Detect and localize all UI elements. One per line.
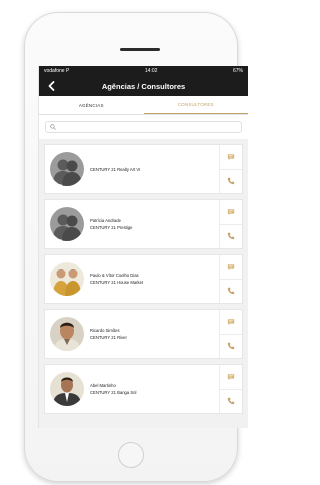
back-arrow-icon[interactable] [45, 79, 59, 93]
message-button[interactable] [220, 255, 242, 279]
agent-info: Abel Martinho CENTURY 21 Banga Sol [90, 382, 136, 396]
tab-consultores[interactable]: CONSULTORES [143, 96, 248, 114]
nav-bar: Agências / Consultores [39, 76, 248, 96]
call-button[interactable] [220, 223, 242, 249]
phone-speaker [120, 48, 160, 51]
agent-agency: CENTURY 21 Banga Sol [90, 390, 137, 395]
phone-icon [227, 233, 235, 240]
carrier-label: vodafone P [44, 68, 70, 74]
agent-actions [219, 145, 242, 193]
search-input[interactable] [56, 124, 241, 130]
agent-card[interactable]: Paulo & Vítor Coelho Dias CENTURY 21 Hou… [45, 255, 242, 303]
agent-list: CENTURY 21 Realty Art VI Patrícia Andrad… [39, 139, 248, 428]
agent-avatar [50, 317, 84, 351]
app-screen: vodafone P 14:02 67% Agências / Consulto… [38, 66, 248, 428]
agent-agency: CENTURY 21 River [90, 335, 127, 340]
agent-agency: CENTURY 21 Realty Art VI [90, 166, 141, 172]
agent-avatar [50, 207, 84, 241]
agent-name: Ricardo Simões [90, 328, 120, 333]
message-button[interactable] [220, 310, 242, 334]
chat-bubble-icon [227, 153, 235, 160]
agent-avatar [50, 152, 84, 186]
status-time: 14:02 [144, 68, 158, 74]
agent-agency: CENTURY 21 Prestige [90, 225, 133, 230]
message-button[interactable] [220, 365, 242, 389]
phone-icon [227, 178, 235, 185]
agent-name: Abel Martinho [90, 383, 116, 388]
agent-card-main[interactable]: CENTURY 21 Realty Art VI [45, 145, 219, 193]
phone-icon [227, 343, 235, 350]
status-bar: vodafone P 14:02 67% [39, 66, 248, 76]
agent-info: Paulo & Vítor Coelho Dias CENTURY 21 Hou… [90, 272, 143, 286]
chat-bubble-icon [227, 263, 235, 270]
agent-actions [219, 365, 242, 413]
search-box[interactable] [45, 121, 242, 133]
phone-icon [227, 288, 235, 295]
agent-card-main[interactable]: Paulo & Vítor Coelho Dias CENTURY 21 Hou… [45, 255, 219, 303]
call-button[interactable] [220, 278, 242, 304]
agent-card[interactable]: CENTURY 21 Realty Art VI [45, 145, 242, 193]
agent-actions [219, 200, 242, 248]
call-button[interactable] [220, 388, 242, 414]
message-button[interactable] [220, 200, 242, 224]
agent-actions [219, 310, 242, 358]
tab-agencias[interactable]: AGÊNCIAS [39, 96, 144, 114]
call-button[interactable] [220, 333, 242, 359]
message-button[interactable] [220, 145, 242, 169]
agent-name: Paulo & Vítor Coelho Dias [90, 273, 139, 278]
tab-bar: AGÊNCIAS CONSULTORES [39, 96, 248, 115]
search-area [39, 115, 248, 133]
agent-card-main[interactable]: Ricardo Simões CENTURY 21 River [45, 310, 219, 358]
agent-card[interactable]: Ricardo Simões CENTURY 21 River [45, 310, 242, 358]
battery-label: 67% [232, 68, 243, 74]
home-button [118, 442, 144, 468]
agent-card-main[interactable]: Abel Martinho CENTURY 21 Banga Sol [45, 365, 219, 413]
agent-info: Ricardo Simões CENTURY 21 River [90, 327, 127, 341]
call-button[interactable] [220, 168, 242, 194]
agent-name: Patrícia Andrade [90, 218, 121, 223]
agent-card-main[interactable]: Patrícia Andrade CENTURY 21 Prestige [45, 200, 219, 248]
scene: vodafone P 14:02 67% Agências / Consulto… [0, 0, 250, 485]
chat-bubble-icon [227, 208, 235, 215]
agent-avatar [50, 262, 84, 296]
agent-avatar [50, 372, 84, 406]
chat-bubble-icon [227, 373, 235, 380]
agent-card[interactable]: Abel Martinho CENTURY 21 Banga Sol [45, 365, 242, 413]
agent-card[interactable]: Patrícia Andrade CENTURY 21 Prestige [45, 200, 242, 248]
agent-info: Patrícia Andrade CENTURY 21 Prestige [90, 217, 132, 231]
chat-bubble-icon [227, 318, 235, 325]
agent-info: CENTURY 21 Realty Art VI [90, 166, 140, 173]
agent-agency: CENTURY 21 House Market [90, 280, 144, 285]
page-title: Agências / Consultores [101, 81, 186, 91]
agent-actions [219, 255, 242, 303]
phone-icon [227, 398, 235, 405]
